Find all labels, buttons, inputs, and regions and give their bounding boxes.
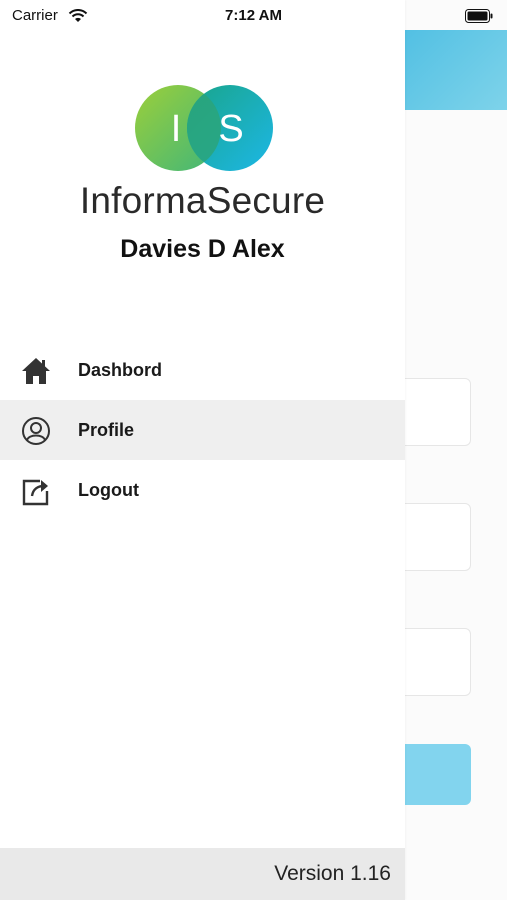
logout-icon [22,479,49,506]
logo-letter-right: S [218,108,243,150]
logo-letter-left: I [171,108,182,150]
menu-item-dashboard[interactable]: Dashbord [0,340,405,400]
menu-item-profile[interactable]: Profile [0,400,405,460]
user-name: Davies D Alex [120,235,285,263]
informasecure-logo: I S [135,85,273,171]
drawer-menu: Dashbord Profile Logout [0,340,405,520]
status-bar: Carrier 7:12 AM [0,0,507,34]
background-header-banner [405,30,507,110]
version-footer: Version 1.16 [0,848,405,900]
version-label: Version 1.16 [274,862,391,885]
menu-label: Logout [78,479,139,500]
clock: 7:12 AM [225,7,282,24]
menu-label: Profile [78,419,135,440]
navigation-drawer: I S InformaSecure Davies D Alex Dashbord… [0,0,405,900]
battery-icon [465,9,493,23]
brand-name: InformaSecure [79,180,326,221]
menu-item-logout[interactable]: Logout [0,460,405,520]
user-circle-icon [22,417,50,445]
home-icon [22,358,50,384]
menu-label: Dashbord [78,359,163,380]
